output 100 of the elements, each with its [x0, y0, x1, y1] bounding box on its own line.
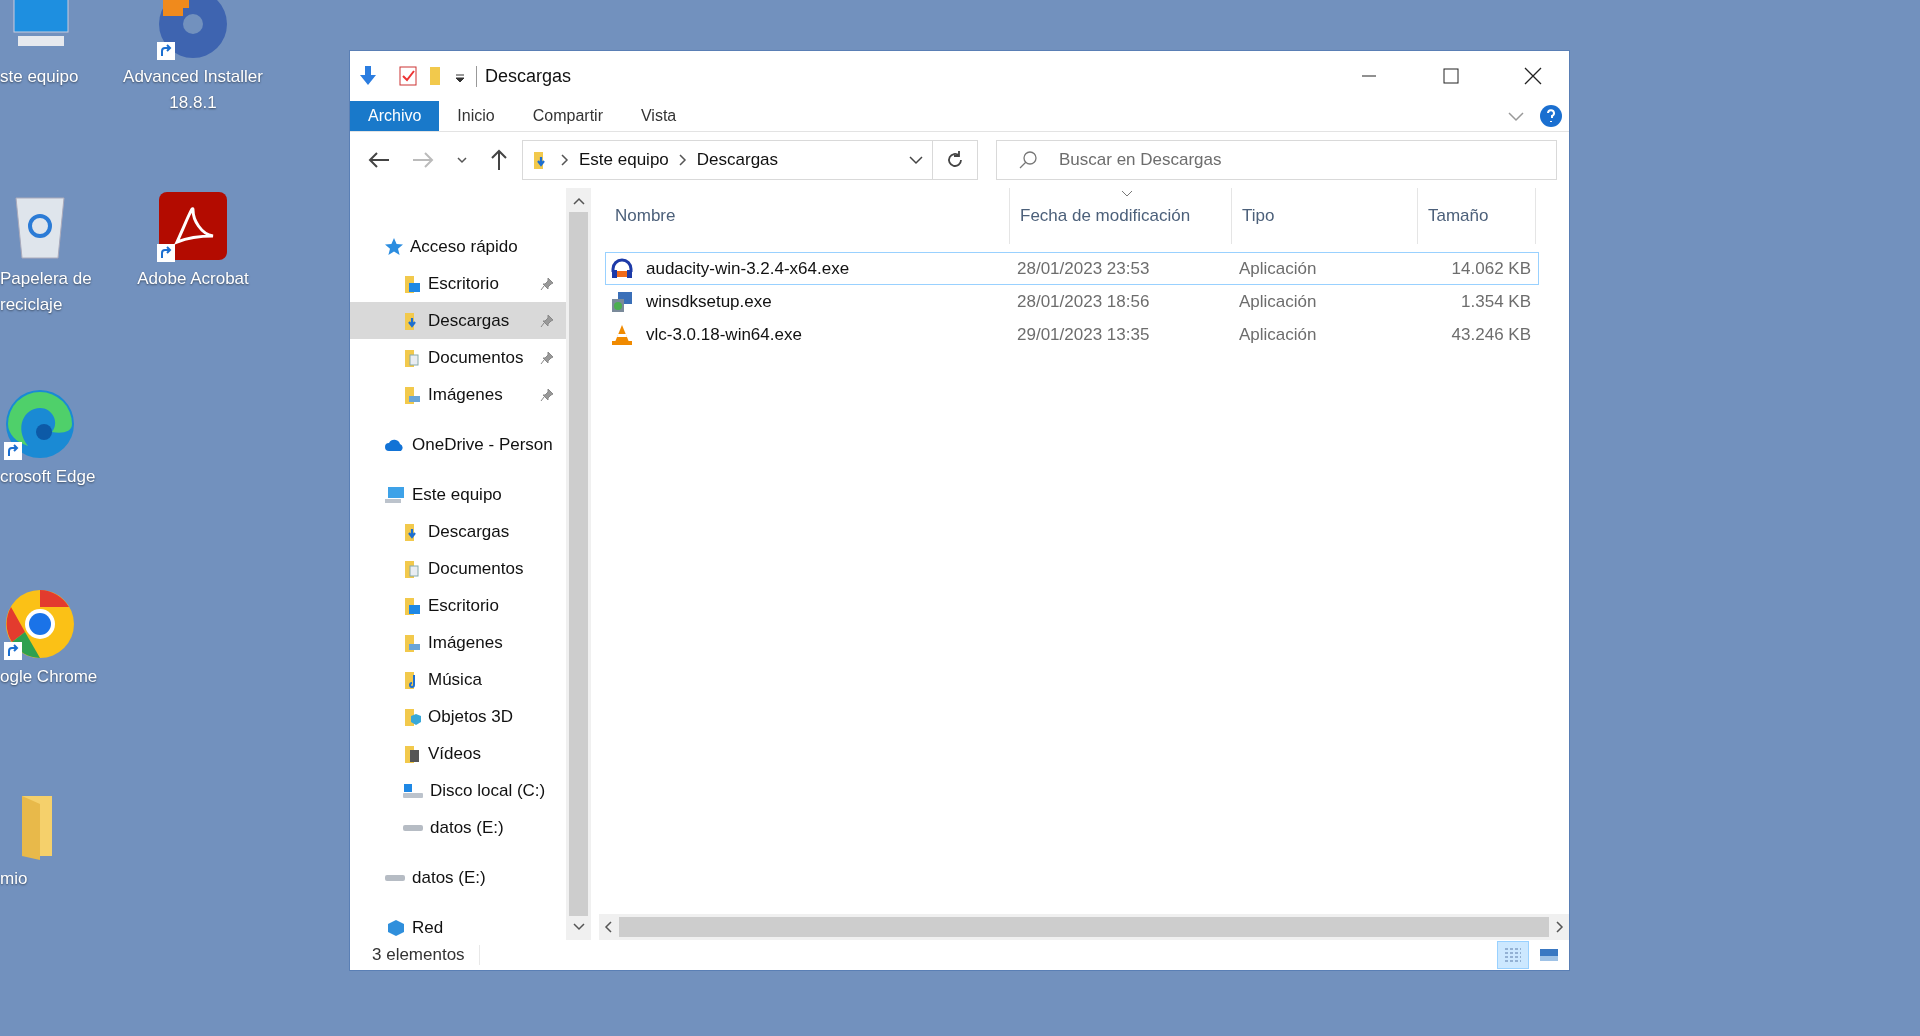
ribbon-tab[interactable]: Archivo — [350, 101, 440, 131]
desktop-icon-label: ogle Chrome — [0, 666, 98, 688]
sidebar-item[interactable]: Música — [350, 661, 566, 698]
sidebar-item[interactable]: Documentos — [350, 339, 566, 376]
cube-folder-icon — [402, 706, 422, 727]
drive-icon — [403, 824, 423, 831]
pictures-folder-icon — [402, 632, 422, 653]
chevron-right-icon — [561, 154, 569, 166]
sidebar-item[interactable]: Disco local (C:) — [350, 772, 566, 809]
sidebar-item[interactable]: Objetos 3D — [350, 698, 566, 735]
desktop-folder-icon — [402, 595, 422, 616]
chevron-right-icon — [678, 154, 687, 166]
desktop-icon-label: ste equipo — [0, 66, 79, 88]
modified-date: 29/01/2023 13:35 — [1016, 324, 1151, 345]
arrow-left-icon — [368, 151, 390, 169]
sidebar-item[interactable]: datos (E:) — [350, 859, 566, 896]
column-header[interactable]: Tamaño — [1418, 188, 1536, 244]
download-arrow-icon — [358, 65, 378, 87]
setup-icon — [610, 290, 634, 313]
properties-icon — [398, 65, 418, 87]
sidebar-label: Escritorio — [428, 595, 500, 616]
file-row[interactable]: audacity-win-3.2.4-x64.exe 28/01/2023 23:53 Aplicación 14.062 KB — [605, 252, 1539, 285]
file-row[interactable]: winsdksetup.exe 28/01/2023 18:56 Aplicación 1.354 KB — [605, 285, 1539, 318]
file-name: audacity-win-3.2.4-x64.exe — [645, 258, 850, 279]
sidebar-label: Documentos — [428, 347, 525, 368]
file-type: Aplicación — [1238, 291, 1318, 312]
sidebar-label: OneDrive - Person — [412, 434, 554, 455]
traffic-cone-icon — [610, 323, 634, 346]
pictures-folder-icon — [402, 384, 422, 405]
desktop-icon-label: Adobe Acrobat — [137, 268, 249, 290]
ribbon-tab[interactable]: Inicio — [439, 101, 513, 131]
sidebar-label: Acceso rápido — [410, 236, 519, 257]
column-header[interactable]: Nombre — [605, 188, 1010, 244]
details-list-icon — [1503, 946, 1523, 964]
headphones-icon — [610, 257, 634, 280]
sidebar-label: Descargas — [428, 521, 511, 542]
arrow-right-icon — [412, 151, 434, 169]
drive-icon — [385, 874, 405, 881]
desktop-icon-label: mio — [0, 868, 28, 890]
close-icon — [1524, 67, 1542, 85]
chevron-down-icon — [908, 155, 924, 165]
address-bar[interactable]: Este equipo Descargas — [522, 140, 978, 180]
sidebar-item[interactable]: Documentos — [350, 550, 566, 587]
acrobat-icon — [157, 190, 229, 262]
sidebar-item[interactable]: Descargas — [350, 513, 566, 550]
arrow-up-icon — [490, 149, 508, 171]
maximize-icon — [1443, 68, 1459, 84]
sidebar-item[interactable]: Descargas — [350, 302, 566, 339]
landscape-icon — [1539, 947, 1559, 963]
file-size: 1.354 KB — [1460, 291, 1532, 312]
desktop-icon-label: Papelera de reciclaje — [0, 268, 93, 316]
documents-folder-icon — [402, 347, 422, 368]
column-header[interactable]: Tipo — [1232, 188, 1418, 244]
ribbon-tab[interactable]: Vista — [622, 101, 695, 131]
sidebar-item[interactable]: Escritorio — [350, 265, 566, 302]
file-name: winsdksetup.exe — [645, 291, 772, 312]
sidebar-item[interactable]: Vídeos — [350, 735, 566, 772]
sidebar-item[interactable]: Este equipo — [350, 476, 566, 513]
sidebar-item[interactable]: Imágenes — [350, 624, 566, 661]
sidebar-item[interactable]: OneDrive - Person — [350, 426, 566, 463]
sidebar-label: Este equipo — [412, 484, 503, 505]
desktop-icon-label: Advanced Installer 18.8.1 — [122, 66, 264, 114]
desktop-folder-icon — [402, 273, 422, 294]
vertical-scrollbar[interactable] — [566, 188, 591, 940]
sidebar-label: Vídeos — [428, 743, 482, 764]
horizontal-scrollbar[interactable] — [599, 914, 1569, 940]
film-folder-icon — [402, 743, 422, 764]
chevron-down-icon — [456, 155, 468, 165]
file-name: vlc-3.0.18-win64.exe — [645, 324, 802, 345]
window-title: Descargas — [476, 65, 572, 87]
column-header[interactable]: Fecha de modificación — [1010, 188, 1232, 244]
sidebar-item[interactable]: Escritorio — [350, 587, 566, 624]
breadcrumb[interactable]: Este equipo — [579, 150, 669, 170]
sidebar-item[interactable]: Acceso rápido — [350, 228, 566, 265]
file-size: 43.246 KB — [1450, 324, 1532, 345]
minimize-icon — [1361, 75, 1377, 77]
edge-icon — [4, 388, 76, 460]
search-icon — [1018, 150, 1038, 170]
file-row[interactable]: vlc-3.0.18-win64.exe 29/01/2023 13:35 Aplicación 43.246 KB — [605, 318, 1539, 351]
file-size: 14.062 KB — [1450, 258, 1532, 279]
sidebar-label: datos (E:) — [430, 817, 505, 838]
sidebar-label: Documentos — [428, 558, 525, 579]
sidebar-label: Imágenes — [428, 632, 504, 653]
sidebar-label: Disco local (C:) — [430, 780, 547, 801]
sidebar-label: Objetos 3D — [428, 706, 515, 727]
sidebar-item[interactable]: Red — [350, 909, 566, 940]
modified-date: 28/01/2023 18:56 — [1016, 291, 1151, 312]
sidebar-label: Escritorio — [428, 273, 500, 294]
computer-icon — [384, 484, 406, 505]
file-type: Aplicación — [1238, 324, 1318, 345]
sidebar-label: Música — [428, 669, 483, 690]
sidebar-label: Imágenes — [428, 384, 504, 405]
item-count: 3 elementos — [372, 945, 480, 965]
sidebar-item[interactable]: datos (E:) — [350, 809, 566, 846]
sidebar-item[interactable]: Imágenes — [350, 376, 566, 413]
breadcrumb[interactable]: Descargas — [696, 150, 779, 170]
file-type: Aplicación — [1238, 258, 1318, 279]
search-field[interactable]: Buscar en Descargas — [996, 140, 1557, 180]
modified-date: 28/01/2023 23:53 — [1016, 258, 1151, 279]
ribbon-tab[interactable]: Compartir — [514, 101, 621, 131]
